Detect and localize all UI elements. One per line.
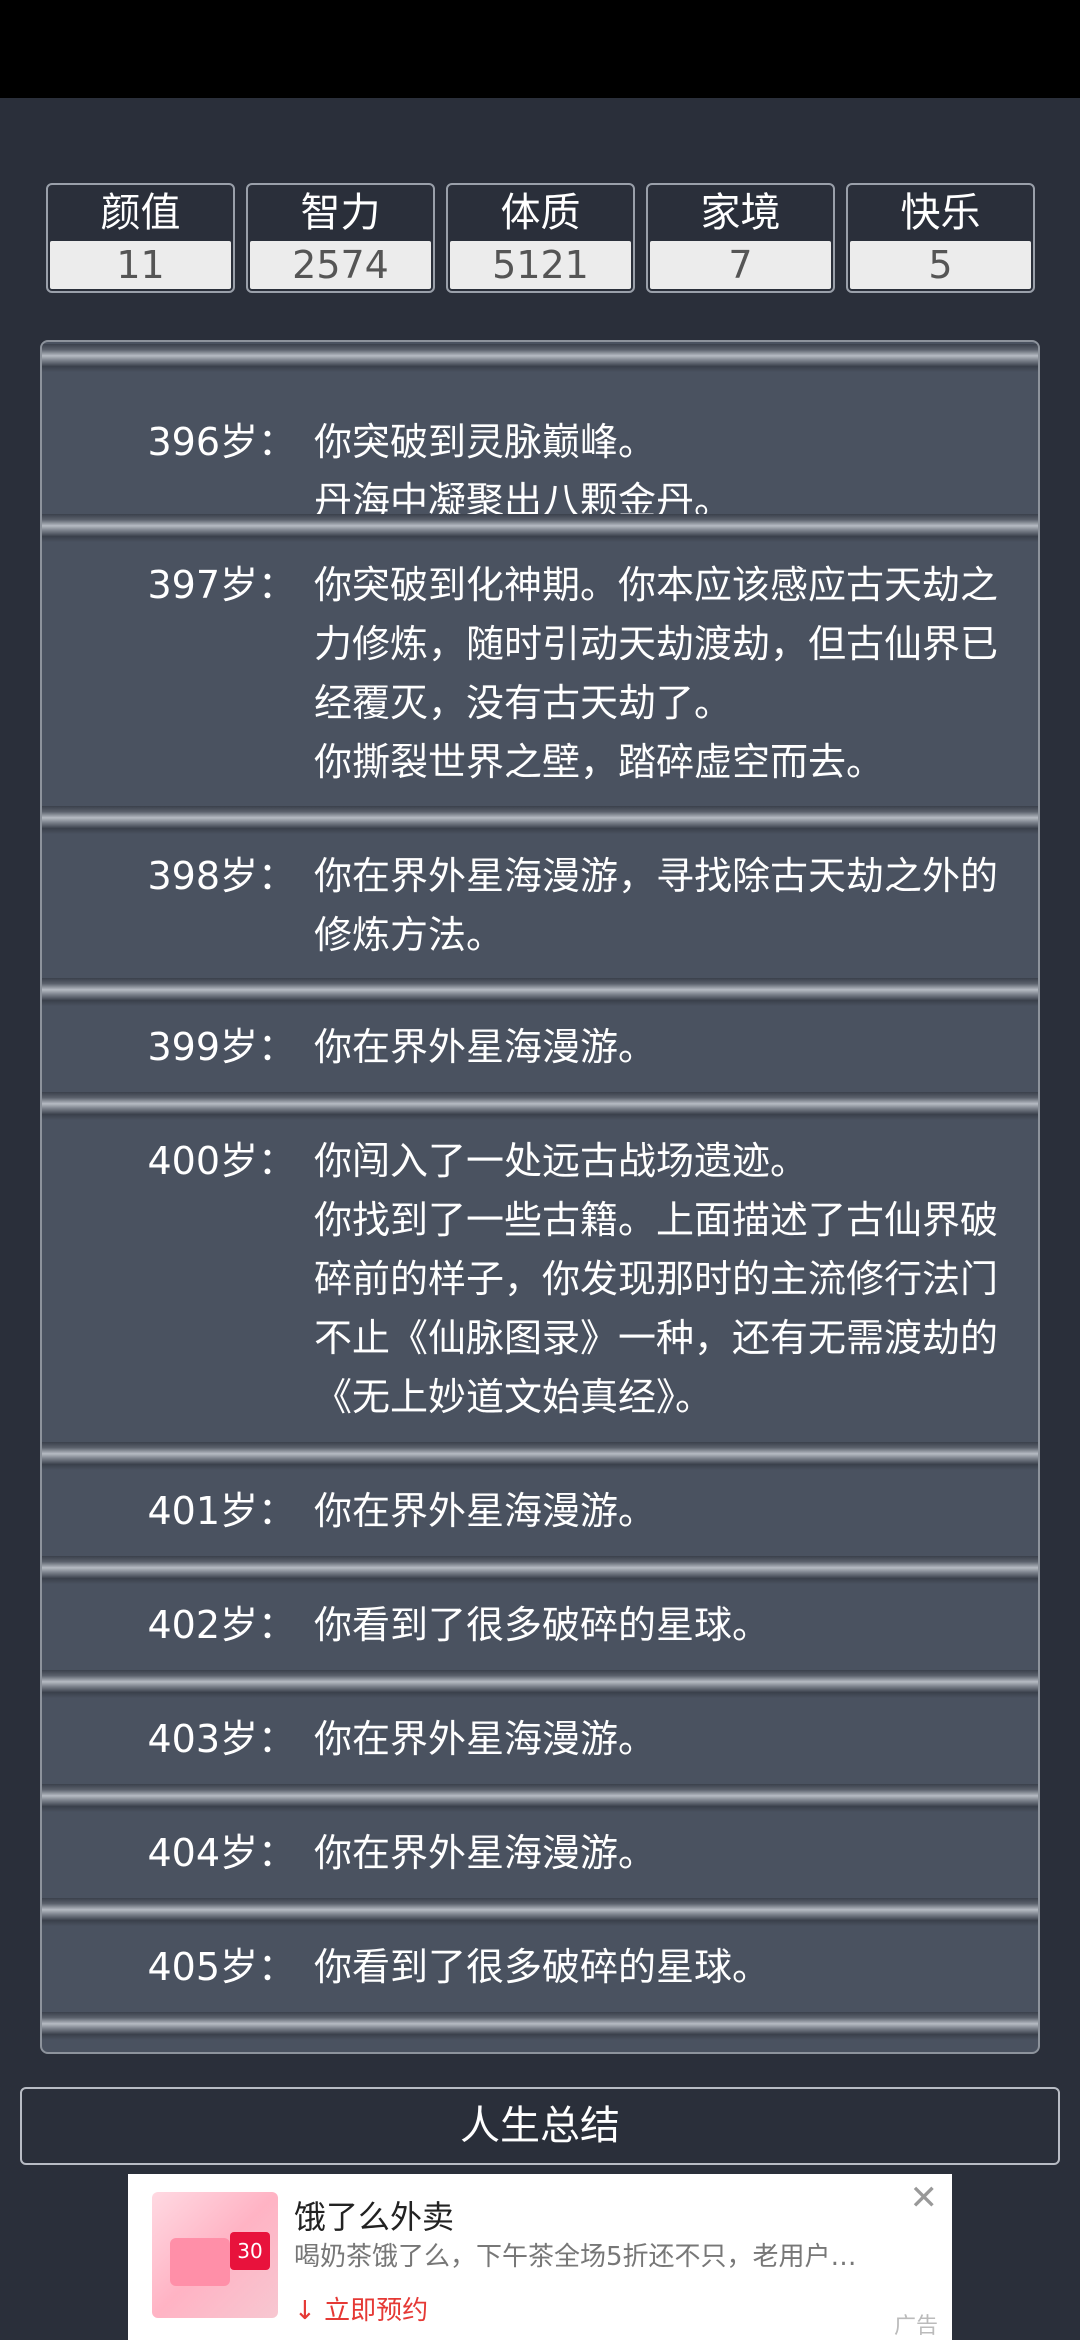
ad-label: 广告 [893, 2314, 938, 2339]
close-icon[interactable]: ✕ [910, 2178, 939, 2218]
stat-family: 家境 7 [646, 183, 835, 293]
event-text: 你在界外星海漫游。 [314, 1831, 657, 1875]
divider [42, 1784, 1038, 1812]
event-item: 402岁： 你看到了很多破碎的星球。 [46, 1584, 1034, 1668]
divider [42, 978, 1038, 1006]
stat-constitution: 体质 5121 [446, 183, 635, 293]
stat-label: 体质 [500, 190, 581, 236]
event-text: 你在界外星海漫游，寻找除古天劫之外的 修炼方法。 [314, 854, 999, 957]
divider [42, 1556, 1038, 1584]
stat-label: 快乐 [900, 190, 981, 236]
stat-label: 智力 [300, 190, 381, 236]
event-age: 397岁： [147, 563, 296, 607]
event-text: 你看到了很多破碎的星球。 [314, 1603, 771, 1647]
event-text: 你突破到化神期。你本应该感应古天劫之 力修炼，随时引动天劫渡劫，但古仙界已 经覆灭，… [314, 563, 999, 784]
event-item: 404岁： 你在界外星海漫游。 [46, 1812, 1034, 1896]
event-age: 398岁： [147, 854, 296, 898]
stat-value: 11 [50, 241, 231, 289]
event-text: 你在界外星海漫游。 [314, 1025, 657, 1069]
ad-cta-button[interactable]: ↓ 立即预约 [294, 2290, 428, 2327]
event-text: 你在界外星海漫游。 [314, 1489, 657, 1533]
event-age: 401岁： [147, 1489, 296, 1533]
stat-value: 5121 [450, 241, 631, 289]
divider [42, 1442, 1038, 1470]
event-item: 396岁： 你突破到灵脉巅峰。 丹海中凝聚出八颗金丹。 [46, 372, 1034, 523]
event-age: 400岁： [147, 1139, 296, 1183]
event-text: 你闯入了一处远古战场遗迹。 你找到了一些古籍。上面描述了古仙界破 碎前的样子，你发现… [314, 1139, 999, 1419]
cake-image [170, 2238, 230, 2286]
event-age: 405岁： [147, 1945, 296, 1989]
ad-cta-label: 立即预约 [324, 2296, 429, 2326]
ad-badge: 30 [230, 2232, 270, 2270]
stat-happiness: 快乐 5 [846, 183, 1035, 293]
stat-value: 2574 [250, 241, 431, 289]
event-age: 402岁： [147, 1603, 296, 1647]
divider [42, 1670, 1038, 1698]
divider [42, 344, 1038, 372]
ad-image: 30 [152, 2192, 278, 2318]
ad-description: 喝奶茶饿了么，下午茶全场5折还不只，老用户… [294, 2242, 857, 2272]
event-item: 403岁： 你在界外星海漫游。 [46, 1698, 1034, 1782]
stat-appearance: 颜值 11 [46, 183, 235, 293]
event-item: 405岁： 你看到了很多破碎的星球。 [46, 1926, 1034, 2010]
event-item: 397岁： 你突破到化神期。你本应该感应古天劫之 力修炼，随时引动天劫渡劫，但古仙… [46, 542, 1034, 804]
stat-value: 7 [650, 241, 831, 289]
event-item: 400岁： 你闯入了一处远古战场遗迹。 你找到了一些古籍。上面描述了古仙界破 碎前的… [46, 1120, 1034, 1440]
event-item: 399岁： 你在界外星海漫游。 [46, 1006, 1034, 1090]
stat-intelligence: 智力 2574 [246, 183, 435, 293]
divider [42, 1898, 1038, 1926]
stat-label: 家境 [700, 190, 781, 236]
ad-banner[interactable]: 30 饿了么外卖 喝奶茶饿了么，下午茶全场5折还不只，老用户… ↓ 立即预约 ✕… [128, 2174, 952, 2340]
stat-value: 5 [850, 241, 1031, 289]
event-age: 404岁： [147, 1831, 296, 1875]
download-arrow-icon: ↓ [294, 2296, 316, 2326]
event-age: 396岁： [147, 420, 296, 464]
divider [42, 806, 1038, 834]
event-age: 399岁： [147, 1025, 296, 1069]
status-bar [0, 0, 1080, 98]
event-text: 你看到了很多破碎的星球。 [314, 1945, 771, 1989]
event-age: 403岁： [147, 1717, 296, 1761]
event-item: 401岁： 你在界外星海漫游。 [46, 1470, 1034, 1554]
event-log[interactable]: 396岁： 你突破到灵脉巅峰。 丹海中凝聚出八颗金丹。 397岁： 你突破到化神期… [40, 340, 1040, 2054]
event-text: 你在界外星海漫游。 [314, 1717, 657, 1761]
divider [42, 1092, 1038, 1120]
event-item: 398岁： 你在界外星海漫游，寻找除古天劫之外的 修炼方法。 [46, 834, 1034, 976]
ad-title: 饿了么外卖 [294, 2198, 455, 2236]
divider [42, 514, 1038, 542]
life-summary-button[interactable]: 人生总结 [20, 2087, 1060, 2165]
divider [42, 2012, 1038, 2040]
stats-bar: 颜值 11 智力 2574 体质 5121 家境 7 快乐 5 [46, 183, 1035, 295]
stat-label: 颜值 [100, 190, 181, 236]
